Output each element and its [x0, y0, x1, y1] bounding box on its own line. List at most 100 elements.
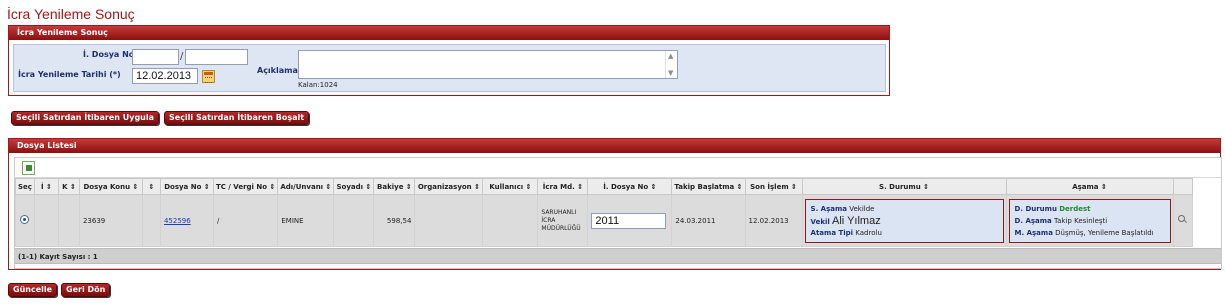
scroll-down-icon[interactable]: ▼: [668, 69, 673, 77]
sort-icon: ⇕: [736, 182, 743, 191]
col-header-dosya-no[interactable]: Dosya No ⇕: [159, 178, 214, 195]
cell-son-islem: 12.02.2013: [744, 194, 803, 247]
i-dosya-no-input[interactable]: 2011: [591, 212, 667, 229]
file-table: Seç İ ⇕ K ⇕ Dosya Konu ⇕ ⇕ Dosya No ⇕ TC…: [15, 178, 1193, 247]
d-durumu-value: Derdest: [1059, 204, 1091, 213]
col-header-icra-md[interactable]: İcra Md. ⇕: [537, 178, 589, 195]
tarih-label: İcra Yenileme Tarihi (*): [18, 70, 121, 79]
radio-selected-icon[interactable]: [20, 215, 30, 224]
col-header-blank[interactable]: ⇕: [141, 178, 161, 195]
s-asama-label: S. Aşama: [810, 204, 847, 213]
cell-detail[interactable]: [1172, 194, 1193, 247]
sort-icon: ⇕: [405, 182, 412, 191]
cell-dosya-no[interactable]: 452596: [159, 194, 214, 247]
page-title: İcra Yenileme Sonuç: [7, 6, 135, 22]
sort-icon: ⇕: [325, 182, 332, 191]
sort-icon: ⇕: [269, 182, 276, 191]
cell-tc-vergi: /: [212, 194, 279, 247]
d-durumu-label: D. Durumu: [1014, 204, 1057, 213]
sort-icon: ⇕: [46, 182, 52, 191]
col-header-son-islem[interactable]: Son İşlem ⇕: [744, 178, 803, 195]
col-header-takip-baslatma[interactable]: Takip Başlatma ⇕: [671, 178, 746, 195]
clear-from-selected-button[interactable]: Seçili Satırdan İtibaren Boşalt: [164, 111, 310, 125]
cell-asama: D. Durumu Derdest D. Aşama Takip Kesinle…: [1005, 194, 1174, 247]
s-asama-row: S. Aşama Vekilde: [811, 203, 998, 215]
asama-box: D. Durumu Derdest D. Aşama Takip Kesinle…: [1008, 198, 1171, 243]
sort-icon: ⇕: [923, 182, 930, 191]
cell-bakiye: 598,54: [373, 194, 416, 247]
aciklama-label: Açıklama: [257, 66, 298, 75]
m-asama-label: M. Aşama: [1014, 228, 1053, 237]
col-header-kullanici[interactable]: Kullanıcı ⇕: [482, 178, 539, 195]
atama-tipi-row: Atama Tipi Kadrolu: [811, 227, 998, 239]
col-header-tc-vergi[interactable]: TC / Vergi No ⇕: [212, 178, 279, 195]
sort-icon: ⇕: [148, 182, 155, 191]
col-header-adi[interactable]: Adı/Unvanı ⇕: [277, 178, 335, 195]
update-button[interactable]: Güncelle: [8, 283, 58, 297]
list-panel: Dosya Listesi Seç İ ⇕ K ⇕ Dosya Konu ⇕ ⇕: [8, 138, 1222, 270]
col-header-k[interactable]: K ⇕: [57, 178, 80, 195]
s-asama-value: Vekilde: [849, 204, 875, 213]
sort-icon: ⇕: [791, 182, 797, 191]
cell-soyadi: [333, 194, 375, 247]
m-asama-row: M. Aşama Düşmüş, Yenileme Başlatıldı: [1015, 227, 1165, 239]
sort-icon: ⇕: [365, 182, 372, 191]
sort-icon: ⇕: [132, 182, 139, 191]
record-count: (1-1) Kayıt Sayısı : 1: [15, 248, 1221, 264]
dosya-no-part2-input[interactable]: [185, 49, 248, 65]
aciklama-textarea[interactable]: ▲ ▼: [298, 50, 678, 79]
dosya-no-separator: /: [180, 51, 184, 62]
form-body: İ. Dosya No / İcra Yenileme Tarihi (*) 1…: [13, 44, 886, 92]
aciklama-scrollbar[interactable]: ▲ ▼: [665, 51, 677, 78]
dosya-no-link[interactable]: 452596: [164, 217, 191, 225]
col-header-i-dosya-no[interactable]: İ. Dosya No ⇕: [587, 178, 673, 195]
d-durumu-row: D. Durumu Derdest: [1015, 203, 1165, 215]
row-select-cell[interactable]: [15, 194, 35, 247]
atama-tipi-value: Kadrolu: [855, 228, 882, 237]
col-header-i[interactable]: İ ⇕: [33, 178, 59, 195]
dosya-no-part1-input[interactable]: [132, 49, 179, 65]
excel-export-icon[interactable]: [22, 161, 35, 175]
col-header-s-durumu[interactable]: S. Durumu ⇕: [801, 178, 1007, 195]
cell-dosya-konu: 23639: [78, 194, 143, 247]
cell-blank: [141, 194, 161, 247]
sort-icon: ⇕: [69, 182, 76, 191]
dosya-no-label: İ. Dosya No: [83, 50, 135, 59]
col-header-soyadi[interactable]: Soyadı ⇕: [333, 178, 375, 195]
cell-kullanici: [482, 194, 539, 247]
atama-tipi-label: Atama Tipi: [810, 228, 854, 237]
apply-from-selected-button[interactable]: Seçili Satırdan İtibaren Uygula: [11, 111, 160, 125]
back-button[interactable]: Geri Dön: [61, 283, 111, 297]
calendar-icon[interactable]: [202, 70, 215, 83]
grid-toolbar: [15, 158, 1221, 178]
s-durumu-box: S. Aşama Vekilde Vekil Ali Yılmaz Atama …: [804, 198, 1004, 243]
sort-icon: ⇕: [474, 182, 480, 191]
cell-i-dosya-no[interactable]: 2011: [587, 194, 673, 247]
col-header-sec: Seç: [15, 178, 35, 195]
kalan-counter: Kalan:1024: [298, 81, 338, 89]
magnify-icon[interactable]: [1178, 215, 1187, 224]
col-header-bakiye[interactable]: Bakiye ⇕: [373, 178, 416, 195]
vekil-row: Vekil Ali Yılmaz: [811, 215, 998, 227]
cell-s-durumu: S. Aşama Vekilde Vekil Ali Yılmaz Atama …: [801, 194, 1007, 247]
col-header-actions: [1172, 178, 1193, 195]
table-row[interactable]: 23639 452596 / EMINE 598,54 SARUHANLI İC…: [15, 194, 1193, 247]
cell-adi: EMINE: [277, 194, 335, 247]
d-asama-value: Takip Kesinleşti: [1054, 216, 1108, 225]
sort-icon: ⇕: [650, 182, 657, 191]
sort-icon: ⇕: [525, 182, 532, 191]
vekil-value: Ali Yılmaz: [832, 214, 881, 227]
col-header-dosya-konu[interactable]: Dosya Konu ⇕: [78, 178, 143, 195]
col-header-organizasyon[interactable]: Organizasyon ⇕: [414, 178, 484, 195]
list-panel-header: Dosya Listesi: [9, 139, 1220, 153]
cell-k: [57, 194, 80, 247]
col-header-asama[interactable]: Aşama ⇕: [1005, 178, 1174, 195]
scroll-up-icon[interactable]: ▲: [668, 52, 673, 60]
tarih-input[interactable]: 12.02.2013: [132, 68, 198, 84]
cell-takip-baslatma: 24.03.2011: [671, 194, 746, 247]
sort-icon: ⇕: [1100, 182, 1107, 191]
d-asama-row: D. Aşama Takip Kesinleşti: [1015, 215, 1165, 227]
table-header-row: Seç İ ⇕ K ⇕ Dosya Konu ⇕ ⇕ Dosya No ⇕ TC…: [15, 178, 1193, 195]
cell-icra-md: SARUHANLI İCRA MÜDÜRLÜĞÜ: [537, 194, 589, 247]
m-asama-value: Düşmüş, Yenileme Başlatıldı: [1055, 228, 1154, 237]
